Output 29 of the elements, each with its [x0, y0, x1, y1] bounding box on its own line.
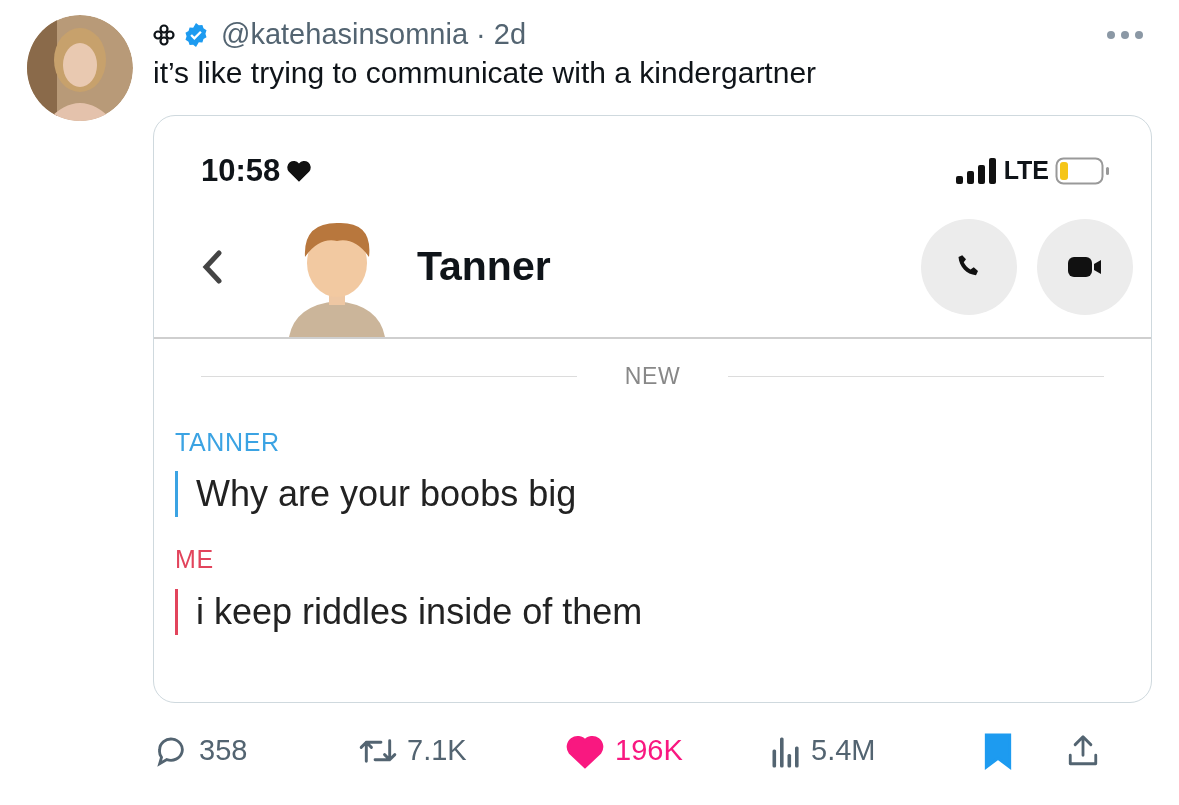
sender-label: ME: [175, 544, 215, 575]
flower-icon: [153, 24, 175, 46]
separator: ·: [476, 17, 486, 53]
share-icon: [1067, 734, 1099, 768]
message-bar: [175, 471, 178, 517]
battery-icon: [1055, 157, 1111, 185]
heart-icon: [565, 733, 605, 769]
post-text: it’s like trying to communicate with a kindergartner: [153, 55, 818, 91]
message-text: i keep riddles inside of them: [196, 589, 643, 634]
back-icon[interactable]: [201, 249, 223, 284]
divider-label: NEW: [624, 362, 681, 391]
views-button[interactable]: 5.4M: [771, 729, 983, 773]
bookmark-icon: [983, 732, 1013, 770]
message-bar: [175, 588, 178, 635]
contact-name: Tanner: [417, 241, 551, 291]
repost-button[interactable]: 7.1K: [359, 729, 565, 773]
message-text: Why are your boobs big: [196, 472, 577, 516]
network-label: LTE: [1003, 155, 1049, 187]
sender-label: TANNER: [175, 426, 281, 458]
retweet-icon: [359, 736, 397, 766]
post-time[interactable]: 2d: [493, 13, 526, 57]
video-camera-icon: [1068, 254, 1102, 279]
like-button[interactable]: 196K: [565, 729, 771, 773]
reply-button[interactable]: 358: [153, 729, 359, 773]
more-icon[interactable]: [1106, 30, 1144, 40]
status-time: 10:58: [201, 151, 281, 190]
author-handle[interactable]: @katehasinsomnia: [221, 13, 469, 57]
heart-icon: [286, 159, 313, 183]
embedded-screenshot[interactable]: 10:58 LTE Tanner NEW TANNER Why are your boobs big ME i keep riddles inside of them: [153, 115, 1152, 703]
